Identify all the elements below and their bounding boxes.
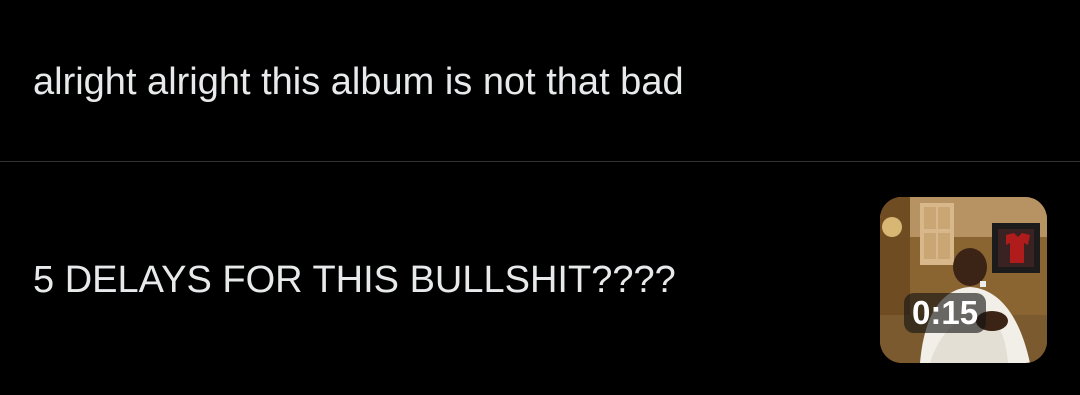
video-duration-badge: 0:15 — [904, 293, 987, 333]
video-thumbnail[interactable]: 0:15 — [880, 197, 1047, 363]
post-text: alright alright this album is not that b… — [33, 61, 684, 103]
video-thumbnail-image — [880, 197, 1047, 363]
post-item[interactable]: alright alright this album is not that b… — [0, 0, 1080, 162]
post-text: 5 DELAYS FOR THIS BULLSHIT???? — [33, 259, 676, 301]
post-item[interactable]: 5 DELAYS FOR THIS BULLSHIT???? 0:15 — [0, 163, 1080, 395]
